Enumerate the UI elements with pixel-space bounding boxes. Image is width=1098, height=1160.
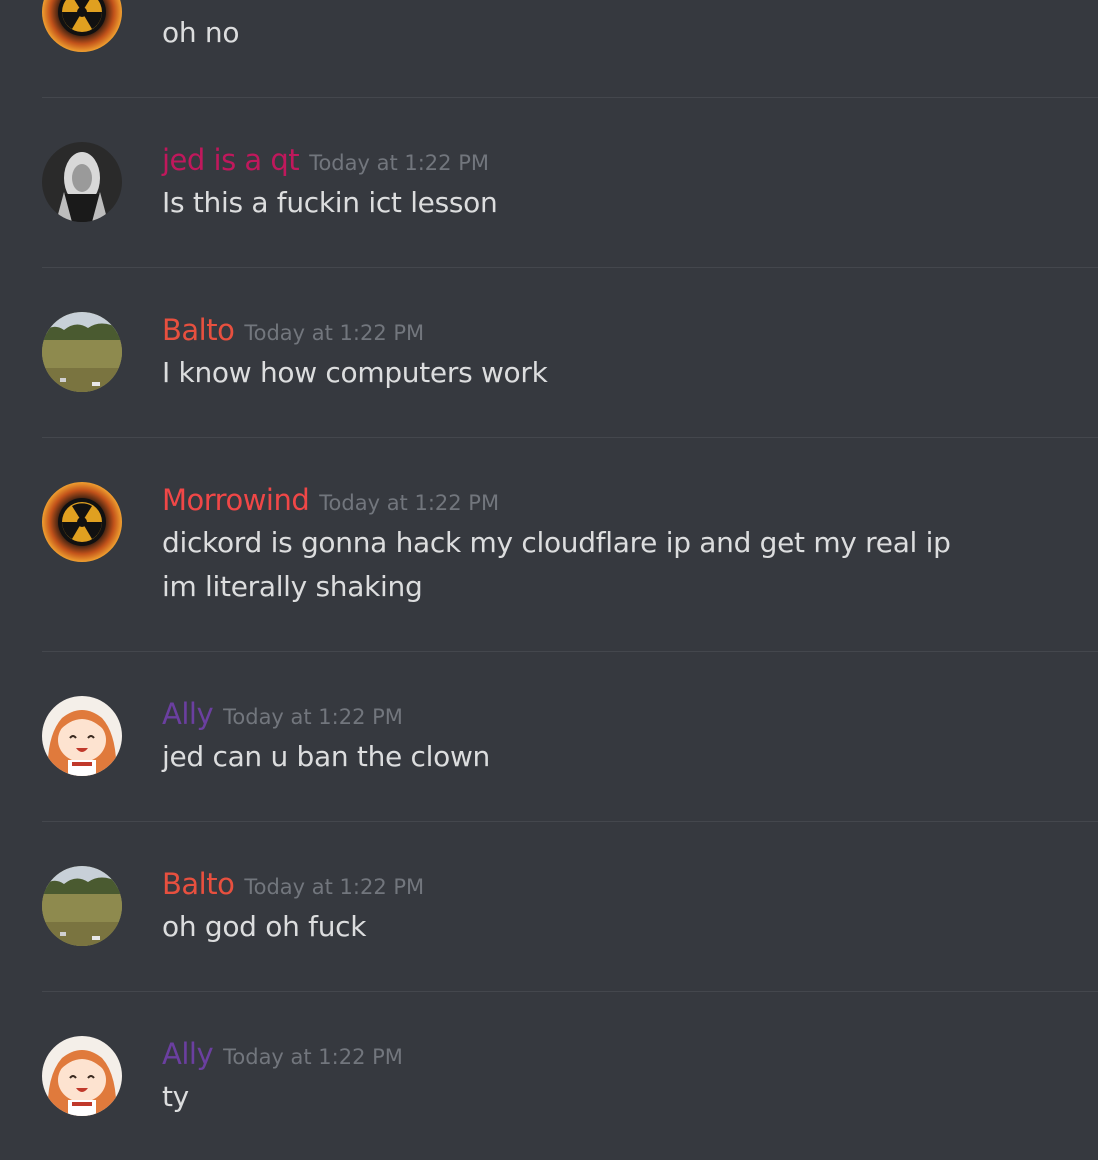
anime-girl-avatar-icon[interactable] xyxy=(42,1036,122,1116)
field-landscape-avatar-icon[interactable] xyxy=(42,312,122,392)
message-text: I know how computers work xyxy=(162,356,548,389)
message-text: oh no xyxy=(162,16,240,49)
radiation-avatar-icon[interactable] xyxy=(42,0,122,52)
message-timestamp: Today at 1:22 PM xyxy=(244,321,425,345)
message-timestamp: Today at 1:22 PM xyxy=(244,875,425,899)
message-divider xyxy=(42,991,1098,992)
message-divider xyxy=(42,267,1098,268)
username[interactable]: Ally xyxy=(162,697,214,731)
message-timestamp: Today at 1:22 PM xyxy=(319,491,500,515)
username[interactable]: Balto xyxy=(162,313,235,347)
message-text: jed can u ban the clown xyxy=(162,740,491,773)
message-timestamp: Today at 1:22 PM xyxy=(309,151,489,175)
username[interactable]: jed is a qt xyxy=(162,143,300,177)
username[interactable]: Morrowind xyxy=(162,483,310,517)
message-divider xyxy=(42,437,1098,438)
message-timestamp: Today at 1:22 PM xyxy=(223,1045,403,1069)
message-list: oh no jed is a qt Today at 1:22 PM Is thi… xyxy=(0,0,1098,1160)
message-text: dickord is gonna hack my cloudflare ip a… xyxy=(162,526,951,559)
anime-girl-avatar-icon[interactable] xyxy=(42,696,122,776)
username[interactable]: Ally xyxy=(162,1037,214,1071)
message-text: Is this a fuckin ict lesson xyxy=(162,186,498,219)
message-divider xyxy=(42,97,1098,98)
message-divider xyxy=(42,821,1098,822)
message-text: ty xyxy=(162,1080,189,1113)
username[interactable]: Balto xyxy=(162,867,235,901)
message-text: im literally shaking xyxy=(162,570,423,603)
grayscale-person-avatar-icon[interactable] xyxy=(42,142,122,222)
message-timestamp: Today at 1:22 PM xyxy=(223,705,403,729)
radiation-avatar-icon[interactable] xyxy=(42,482,122,562)
field-landscape-avatar-icon[interactable] xyxy=(42,866,122,946)
message-text: oh god oh fuck xyxy=(162,910,367,943)
message-divider xyxy=(42,651,1098,652)
